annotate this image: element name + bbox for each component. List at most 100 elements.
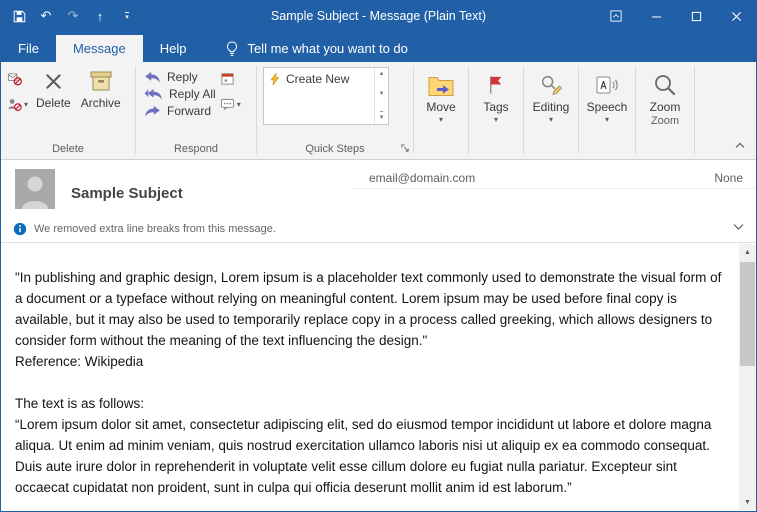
- chevron-down-icon: ▾: [549, 116, 553, 124]
- dialog-launcher-icon: [401, 144, 410, 153]
- undo-icon: ↶: [41, 8, 52, 24]
- chevron-up-icon: [735, 142, 745, 149]
- close-button[interactable]: [716, 1, 756, 31]
- scroll-down-button[interactable]: ▼: [739, 494, 756, 510]
- header-meta-row: email@domain.com None: [353, 167, 756, 189]
- archive-button[interactable]: Archive: [76, 62, 126, 110]
- customize-qat-button[interactable]: ▾: [118, 7, 136, 25]
- sender-email[interactable]: email@domain.com: [353, 171, 475, 185]
- delete-group: ▾ Delete Archive Delete: [1, 62, 135, 159]
- im-icon: [220, 97, 235, 112]
- person-icon: [15, 169, 55, 209]
- chevron-down-icon: ▾: [439, 116, 443, 124]
- zoom-group-label: Zoom: [636, 114, 694, 131]
- message-body[interactable]: "In publishing and graphic design, Lorem…: [1, 243, 739, 511]
- move-group-label: [414, 124, 468, 129]
- quick-steps-dialog-launcher[interactable]: [401, 144, 410, 153]
- save-icon: [13, 10, 26, 23]
- forward-icon: [144, 105, 161, 117]
- delete-button[interactable]: Delete: [31, 62, 76, 110]
- flag-status[interactable]: None: [714, 171, 756, 185]
- delete-button-label: Delete: [36, 96, 71, 110]
- quick-steps-group: Create New ▲ ▼ ▾ Quick Steps: [257, 62, 413, 159]
- scroll-thumb[interactable]: [740, 262, 755, 366]
- lightbulb-icon: [225, 41, 239, 57]
- reply-all-button[interactable]: Reply All: [144, 87, 216, 101]
- editing-button[interactable]: Editing ▾: [528, 66, 575, 124]
- gallery-scroll-up-button[interactable]: ▲: [379, 71, 385, 77]
- quick-steps-label-text: Quick Steps: [305, 143, 364, 155]
- speech-button[interactable]: Speech ▾: [582, 66, 633, 124]
- speech-label: Speech: [587, 100, 628, 114]
- create-new-label: Create New: [286, 72, 349, 86]
- meeting-button[interactable]: [220, 71, 241, 86]
- speech-icon: [595, 72, 619, 98]
- respond-group-label: Respond: [136, 142, 256, 159]
- collapse-ribbon-button[interactable]: [735, 136, 745, 154]
- chevron-down-icon: ▾: [605, 116, 609, 124]
- junk-icon: [7, 97, 22, 112]
- chevron-down-icon: ▾: [24, 101, 28, 109]
- body-paragraph: Reference: Wikipedia: [15, 351, 726, 372]
- ignore-icon: [7, 71, 22, 86]
- editing-group-label: [524, 124, 578, 129]
- forward-button[interactable]: Forward: [144, 104, 216, 118]
- tell-me-box[interactable]: Tell me what you want to do: [225, 35, 407, 62]
- info-icon: [13, 222, 27, 236]
- forward-label: Forward: [167, 104, 211, 118]
- zoom-group: Zoom Zoom: [636, 62, 694, 159]
- lightning-icon: [269, 72, 281, 86]
- gallery-scroll-down-button[interactable]: ▼: [379, 91, 385, 97]
- reply-button[interactable]: Reply: [144, 70, 216, 84]
- undo-button[interactable]: ↶: [37, 7, 55, 25]
- gallery-more-button[interactable]: ▾: [380, 111, 384, 121]
- close-icon: [731, 11, 742, 22]
- previous-item-button[interactable]: ↑: [91, 7, 109, 25]
- minimize-icon: [651, 11, 662, 22]
- move-button[interactable]: Move ▾: [421, 66, 460, 124]
- tags-button[interactable]: Tags ▾: [478, 66, 513, 124]
- collapse-header-button[interactable]: [733, 222, 744, 234]
- ribbon: ▾ Delete Archive Delete: [1, 62, 756, 160]
- move-group: Move ▾: [414, 62, 468, 159]
- create-new-button[interactable]: Create New: [264, 68, 388, 90]
- ribbon-display-options-button[interactable]: [596, 1, 636, 31]
- maximize-button[interactable]: [676, 1, 716, 31]
- quick-steps-group-label: Quick Steps: [257, 142, 413, 159]
- chevron-down-icon: ▾: [494, 116, 498, 124]
- delete-group-label: Delete: [1, 142, 135, 159]
- chevron-down-icon: [733, 223, 744, 231]
- editing-icon: [539, 72, 563, 98]
- tell-me-label: Tell me what you want to do: [247, 41, 407, 56]
- titlebar: Sample Subject - Message (Plain Text) ↶ …: [1, 1, 756, 31]
- editing-label: Editing: [533, 100, 570, 114]
- speech-group-label: [579, 124, 635, 129]
- avatar[interactable]: [15, 169, 55, 209]
- quick-steps-gallery[interactable]: Create New ▲ ▼ ▾: [263, 67, 389, 125]
- body-paragraph: The text is as follows:: [15, 393, 726, 414]
- respond-group: Reply Reply All Forward: [136, 62, 256, 159]
- minimize-button[interactable]: [636, 1, 676, 31]
- speech-group: Speech ▾: [579, 62, 635, 159]
- more-respond-button[interactable]: ▾: [220, 97, 241, 112]
- vertical-scrollbar[interactable]: ▲ ▼: [739, 244, 756, 510]
- scroll-up-button[interactable]: ▲: [739, 244, 756, 260]
- ignore-button[interactable]: [7, 71, 28, 86]
- archive-icon: [89, 68, 113, 94]
- move-folder-icon: [428, 72, 454, 98]
- redo-button[interactable]: ↷: [64, 7, 82, 25]
- meeting-icon: [220, 71, 235, 86]
- body-paragraph: [15, 372, 726, 393]
- zoom-button[interactable]: Zoom: [645, 66, 686, 114]
- junk-button[interactable]: ▾: [7, 97, 28, 112]
- message-header: Sample Subject email@domain.com None We …: [1, 160, 756, 243]
- tab-help[interactable]: Help: [143, 35, 204, 62]
- customize-qat-icon: ▾: [125, 12, 129, 21]
- save-button[interactable]: [10, 7, 28, 25]
- move-label: Move: [426, 100, 455, 114]
- ribbon-tab-row: File Message Help Tell me what you want …: [1, 31, 756, 62]
- body-paragraph: “Lorem ipsum dolor sit amet, consectetur…: [15, 414, 726, 498]
- tab-file[interactable]: File: [1, 35, 56, 62]
- tab-message[interactable]: Message: [56, 35, 143, 62]
- scrollbar-track[interactable]: [739, 260, 756, 494]
